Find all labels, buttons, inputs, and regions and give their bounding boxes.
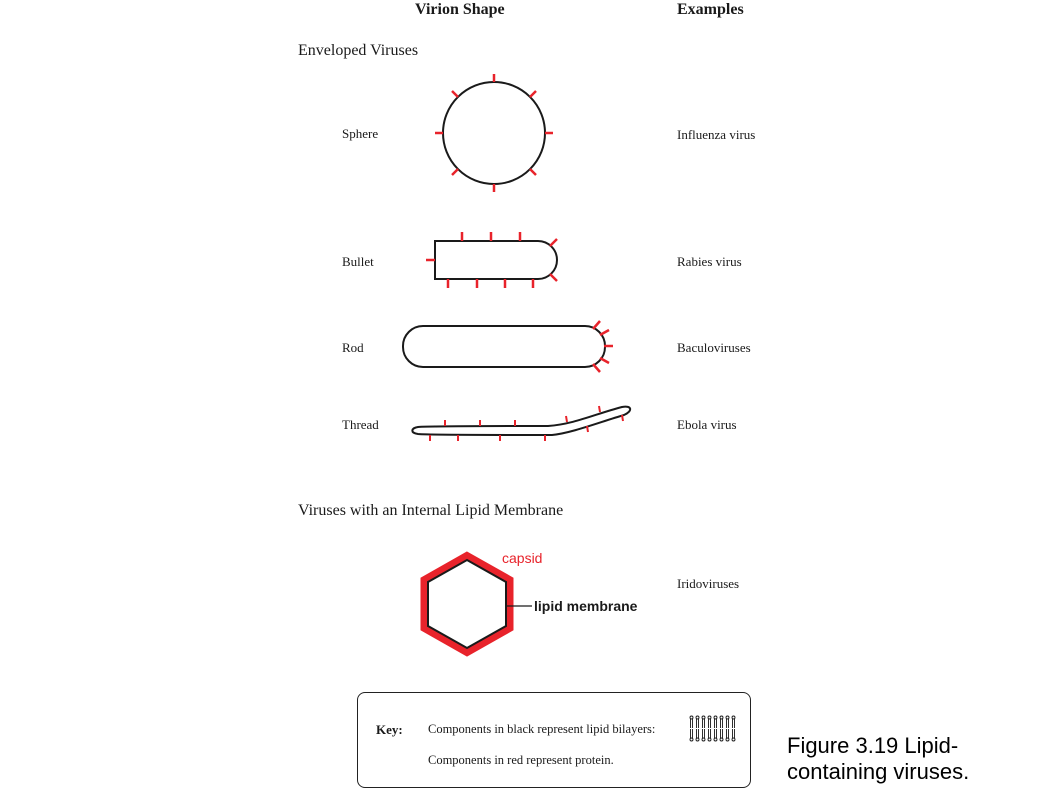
virion-diagram xyxy=(402,74,736,742)
rod-virion xyxy=(402,320,613,373)
sphere-virion xyxy=(435,74,553,192)
key-box xyxy=(357,692,751,788)
thread-virion xyxy=(411,405,632,441)
key-red-text: Components in red represent protein. xyxy=(428,753,614,767)
sphere-membrane xyxy=(442,81,546,185)
rod-membrane xyxy=(402,325,606,368)
lipid-membrane-label: lipid membrane xyxy=(534,598,638,614)
iridovirus-virion xyxy=(420,551,532,657)
figure-caption: Figure 3.19 Lipid-containing viruses. xyxy=(787,733,970,784)
key-black-text: Components in black represent lipid bila… xyxy=(428,722,656,736)
key-label: Key: xyxy=(376,722,403,737)
bullet-virion xyxy=(426,232,558,288)
bullet-membrane xyxy=(434,240,558,280)
capsid-label: capsid xyxy=(502,550,543,566)
sphere-spikes xyxy=(435,74,553,192)
